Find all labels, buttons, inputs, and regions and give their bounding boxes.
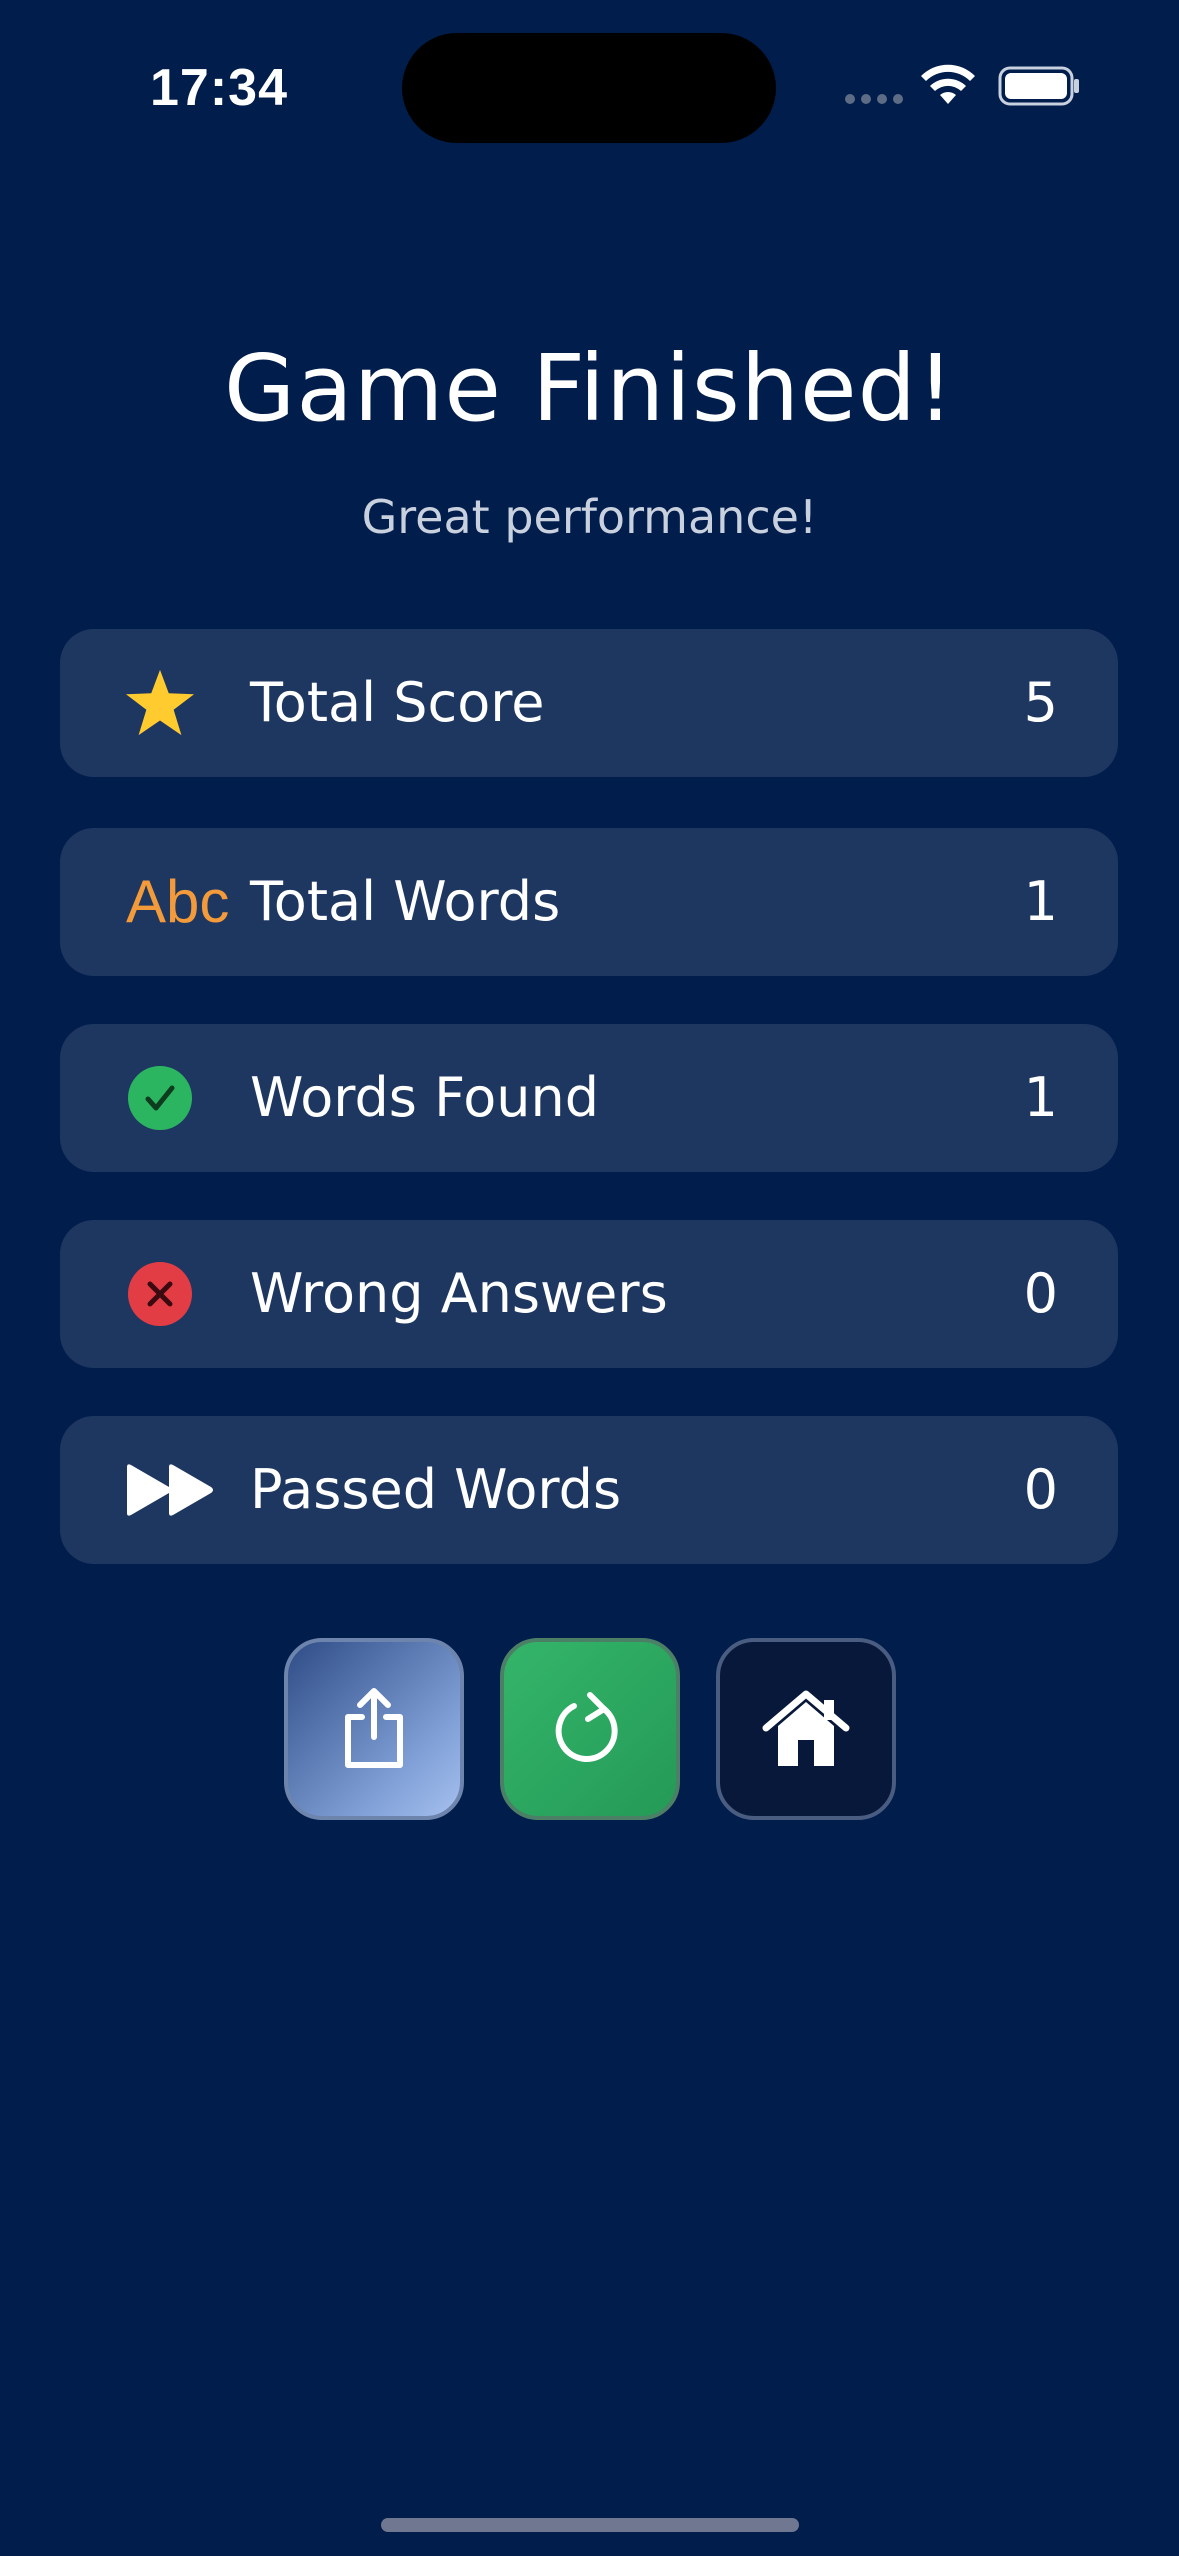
home-button[interactable] [716,1638,896,1820]
page-subtitle: Great performance! [361,490,818,544]
stat-row-wrong-answers: Wrong Answers 0 [60,1220,1118,1368]
wifi-icon [921,64,975,104]
battery-icon [998,66,1079,106]
stat-label: Words Found [250,1066,599,1129]
abc-icon: Abc [126,868,230,935]
stat-row-total-words: Abc Total Words 1 [60,828,1118,976]
stat-value: 0 [1023,1262,1058,1325]
star-icon [124,667,196,739]
home-indicator[interactable] [381,2518,799,2532]
stat-value: 0 [1023,1458,1058,1521]
game-results-screen: 17:34 Game Finished! Great performance! … [0,0,1179,2556]
stat-label: Total Words [250,870,561,933]
stat-label: Passed Words [250,1458,622,1521]
stat-value: 1 [1023,1066,1058,1129]
dynamic-island [402,33,776,143]
share-button[interactable] [284,1638,464,1820]
status-time: 17:34 [150,59,288,117]
stat-label: Total Score [250,671,545,734]
stat-row-total-score: Total Score 5 [60,629,1118,777]
stat-value: 1 [1023,870,1058,933]
x-circle-icon [124,1258,196,1330]
stat-label: Wrong Answers [250,1262,668,1325]
checkmark-circle-icon [124,1062,196,1134]
stat-row-passed-words: Passed Words 0 [60,1416,1118,1564]
page-title: Game Finished! [224,335,955,442]
home-icon [762,1690,850,1766]
stat-row-words-found: Words Found 1 [60,1024,1118,1172]
fast-forward-icon [124,1454,216,1526]
stat-value: 5 [1023,671,1058,734]
share-icon [345,1688,403,1768]
cellular-signal-icon [845,94,903,104]
replay-button[interactable] [500,1638,680,1820]
refresh-icon [555,1692,618,1762]
